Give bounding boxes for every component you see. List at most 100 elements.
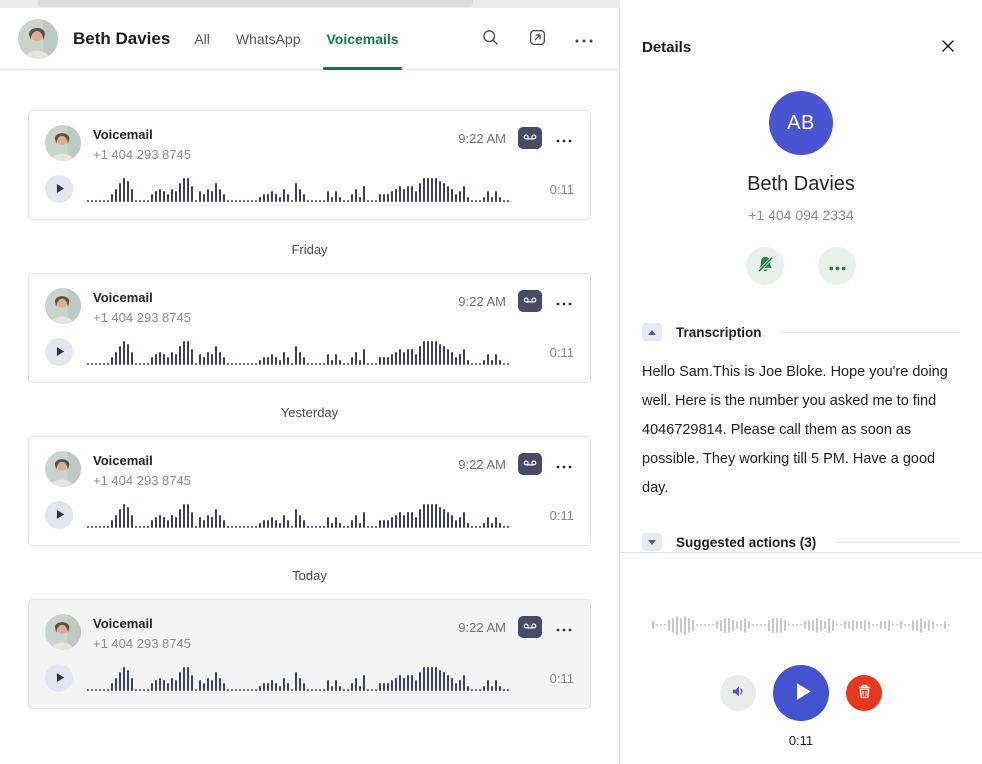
play-icon (54, 182, 65, 197)
details-panel: Details AB Beth Davies +1 404 094 2334 T… (620, 8, 982, 764)
date-separator: Friday (291, 242, 328, 257)
voicemail-icon (523, 129, 537, 147)
caller-number: +1 404 293 8745 (93, 473, 191, 488)
voicemail-time: 9:22 AM (458, 293, 506, 309)
close-icon (942, 40, 954, 55)
caret-down-icon (648, 539, 656, 545)
ellipsis-icon (556, 294, 572, 309)
close-details-button[interactable] (938, 36, 958, 59)
voicemail-card[interactable]: Voicemail +1 404 293 8745 9:22 AM 0:11 (28, 273, 591, 383)
date-separator: Yesterday (280, 405, 339, 420)
voicemail-title: Voicemail (93, 290, 153, 305)
ellipsis-icon (556, 620, 572, 635)
voicemail-waveform (87, 339, 536, 365)
ellipsis-icon (828, 259, 846, 274)
mute-notifications-button[interactable] (746, 247, 784, 285)
caller-number: +1 404 293 8745 (93, 310, 191, 325)
voicemail-title: Voicemail (93, 616, 153, 631)
play-icon (54, 508, 65, 523)
voicemail-card[interactable]: Voicemail +1 404 293 8745 9:22 AM 0:11 (28, 599, 591, 709)
transcription-label: Transcription (676, 324, 762, 340)
section-divider (779, 331, 960, 333)
suggested-actions-section-header: Suggested actions (3) (642, 533, 960, 551)
tab-whatsapp[interactable]: WhatsApp (236, 8, 301, 70)
voicemail-title: Voicemail (93, 127, 153, 142)
player-waveform[interactable] (646, 605, 956, 645)
ellipsis-icon (575, 31, 593, 46)
voicemail-player: 0:11 (620, 553, 982, 764)
tab-all[interactable]: All (194, 8, 210, 70)
tab-voicemails[interactable]: Voicemails (323, 8, 402, 70)
caret-up-icon (648, 329, 656, 335)
voicemail-icon (523, 618, 537, 636)
conversation-panel: Beth Davies All WhatsApp Voicemails Voic… (0, 8, 620, 764)
voicemail-card[interactable]: Voicemail +1 404 293 8745 9:22 AM 0:11 (28, 436, 591, 546)
trash-icon (858, 684, 871, 702)
play-voicemail-button[interactable] (45, 338, 73, 366)
voicemail-list: Voicemail +1 404 293 8745 9:22 AM 0:11 F… (0, 70, 619, 764)
ellipsis-icon (556, 131, 572, 146)
expand-suggested-actions-button[interactable] (642, 533, 662, 551)
caller-number: +1 404 293 8745 (93, 147, 191, 162)
voicemail-time: 9:22 AM (458, 619, 506, 635)
delete-button[interactable] (846, 675, 882, 711)
search-button[interactable] (479, 26, 502, 52)
voicemail-group: Today Voicemail +1 404 293 8745 9:22 AM (28, 568, 591, 709)
voicemail-icon (523, 455, 537, 473)
caller-photo-avatar (45, 451, 81, 487)
caller-number: +1 404 293 8745 (93, 636, 191, 651)
play-button[interactable] (773, 665, 829, 721)
contact-card: AB Beth Davies +1 404 094 2334 (620, 91, 982, 285)
voicemail-more-button[interactable] (554, 129, 574, 148)
window-drag-bar (38, 0, 473, 7)
contact-phone: +1 404 094 2334 (748, 207, 854, 223)
voicemail-duration: 0:11 (549, 181, 574, 197)
voicemail-time: 9:22 AM (458, 130, 506, 146)
date-separator: Today (292, 568, 327, 583)
play-voicemail-button[interactable] (45, 664, 73, 692)
contact-more-button[interactable] (818, 247, 856, 285)
voicemail-more-button[interactable] (554, 618, 574, 637)
voicemail-group: Friday Voicemail +1 404 293 8745 9:22 AM (28, 242, 591, 383)
transcription-section-header: Transcription (642, 323, 960, 341)
voicemail-card[interactable]: Voicemail +1 404 293 8745 9:22 AM 0:11 (28, 110, 591, 220)
play-voicemail-button[interactable] (45, 175, 73, 203)
open-in-new-icon (528, 28, 547, 50)
player-duration: 0:11 (788, 733, 814, 748)
voicemail-waveform (87, 176, 536, 202)
play-voicemail-button[interactable] (45, 501, 73, 529)
voicemail-time: 9:22 AM (458, 456, 506, 472)
collapse-transcription-button[interactable] (642, 323, 662, 341)
voicemail-duration: 0:11 (549, 507, 574, 523)
page-title: Beth Davies (73, 28, 171, 48)
contact-initials-avatar: AB (769, 91, 833, 155)
voicemail-duration: 0:11 (549, 670, 574, 686)
voicemail-group: Voicemail +1 404 293 8745 9:22 AM 0:11 (28, 110, 591, 220)
speaker-icon (730, 683, 747, 703)
voicemail-title: Voicemail (93, 453, 153, 468)
transcription-text: Hello Sam.This is Joe Bloke. Hope you're… (642, 364, 948, 496)
tab-bar: All WhatsApp Voicemails (194, 8, 402, 70)
voicemail-duration: 0:11 (549, 344, 574, 360)
bell-off-icon (755, 254, 776, 278)
voicemail-badge (518, 453, 542, 475)
voicemail-badge (518, 127, 542, 149)
play-icon (791, 682, 812, 704)
open-in-new-button[interactable] (526, 26, 549, 52)
caller-photo-avatar (45, 614, 81, 650)
voicemail-more-button[interactable] (554, 455, 574, 474)
voicemail-more-button[interactable] (554, 292, 574, 311)
section-divider (834, 541, 960, 543)
voicemail-badge (518, 616, 542, 638)
contact-photo-avatar (18, 18, 58, 59)
more-options-button[interactable] (573, 29, 595, 48)
voicemail-waveform (87, 665, 536, 691)
tab-label: Voicemails (326, 30, 399, 47)
voicemail-group: Yesterday Voicemail +1 404 293 8745 9:22… (28, 405, 591, 546)
volume-button[interactable] (720, 675, 756, 711)
tab-label: WhatsApp (235, 30, 301, 47)
details-heading: Details (642, 39, 692, 56)
ellipsis-icon (556, 457, 572, 472)
app-window: Beth Davies All WhatsApp Voicemails Voic… (0, 0, 982, 764)
contact-name: Beth Davies (747, 173, 855, 195)
